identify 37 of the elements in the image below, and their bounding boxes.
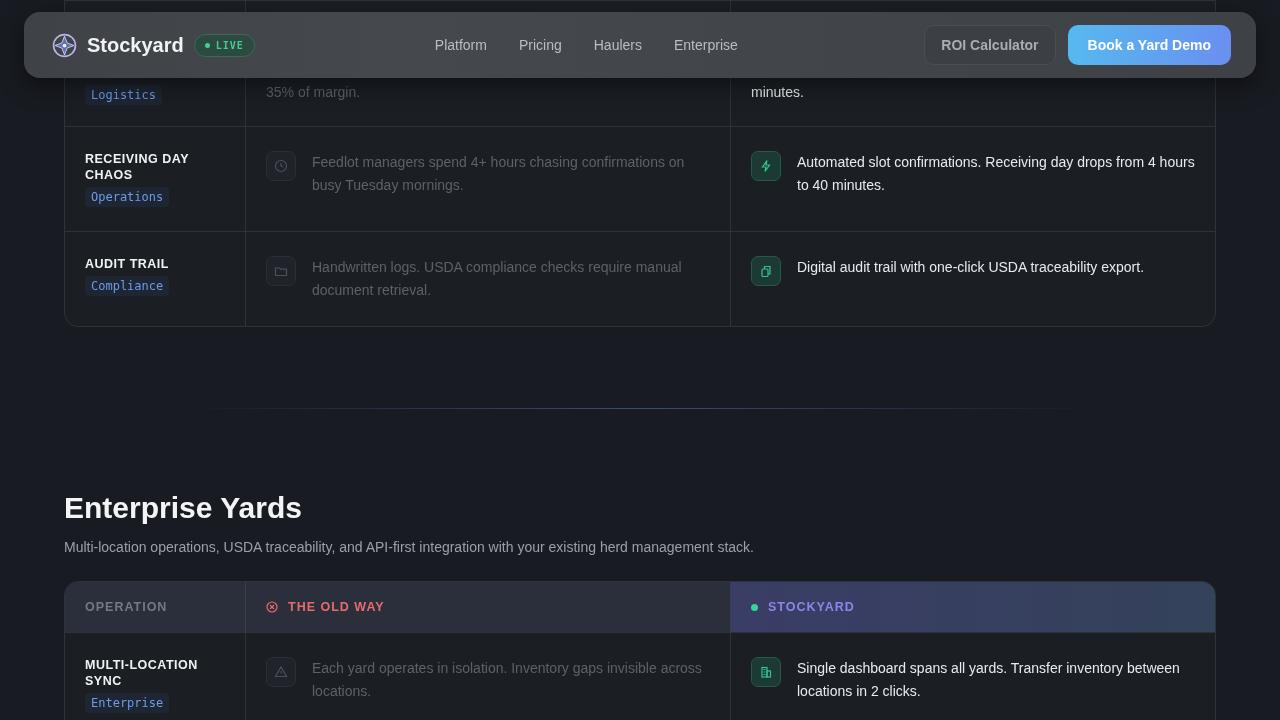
old-way-text: Handwritten logs. USDA compliance checks require manual document retrieval. <box>312 258 683 300</box>
stockyard-text: Digital audit trail with one-click USDA traceability export. <box>797 258 1145 277</box>
column-header: OPERATION <box>84 599 169 616</box>
row-title: AUDIT TRAIL <box>85 256 170 272</box>
section-subtitle: Multi-location operations, USDA traceability, and API-first integration with your existing herd management stack. <box>64 539 755 555</box>
brand-name: Stockyard <box>87 33 184 57</box>
building-icon <box>751 657 781 687</box>
compass-logo-icon <box>52 32 77 58</box>
old-way-text: Each yard operates in isolation. Inventory gaps invisible across locations. <box>312 659 703 701</box>
nav-link[interactable]: Platform <box>434 37 487 53</box>
nav-link[interactable]: Enterprise <box>674 37 738 53</box>
folder-icon <box>266 256 296 286</box>
copy-icon <box>751 256 781 286</box>
book-demo-button[interactable]: Book a Yard Demo <box>1067 25 1231 65</box>
stockyard-text: minutes. <box>751 83 804 102</box>
live-badge: LIVE <box>193 33 255 57</box>
category-tag: Compliance <box>85 276 170 296</box>
category-tag: Operations <box>85 187 170 207</box>
lightning-icon <box>751 151 781 181</box>
stockyard-text: Single dashboard spans all yards. Transfer inventory between locations in 2 clicks. <box>797 659 1181 701</box>
nav-link[interactable]: Pricing <box>518 37 562 53</box>
category-tag: Enterprise <box>85 693 170 713</box>
old-way-text: 35% of margin. <box>266 83 361 102</box>
roi-calculator-button[interactable]: ROI Calculator <box>924 25 1056 65</box>
row-title: RECEIVING DAY CHAOS <box>85 151 190 183</box>
row-title: MULTI-LOCATION SYNC <box>85 657 199 689</box>
category-tag: Logistics <box>85 85 163 105</box>
close-circle-icon <box>266 601 278 613</box>
warning-icon <box>266 657 296 687</box>
nav-link[interactable]: Haulers <box>593 37 642 53</box>
old-way-text: Feedlot managers spend 4+ hours chasing confirmations on busy Tuesday mornings. <box>312 153 686 195</box>
clock-icon <box>266 151 296 181</box>
stockyard-text: Automated slot confirmations. Receiving day drops from 4 hours to 40 minutes. <box>797 153 1195 195</box>
status-dot <box>751 603 758 611</box>
column-label: STOCKYARD <box>768 600 855 614</box>
column-label: THE OLD WAY <box>288 600 385 614</box>
section-heading: Enterprise Yards <box>64 491 303 525</box>
